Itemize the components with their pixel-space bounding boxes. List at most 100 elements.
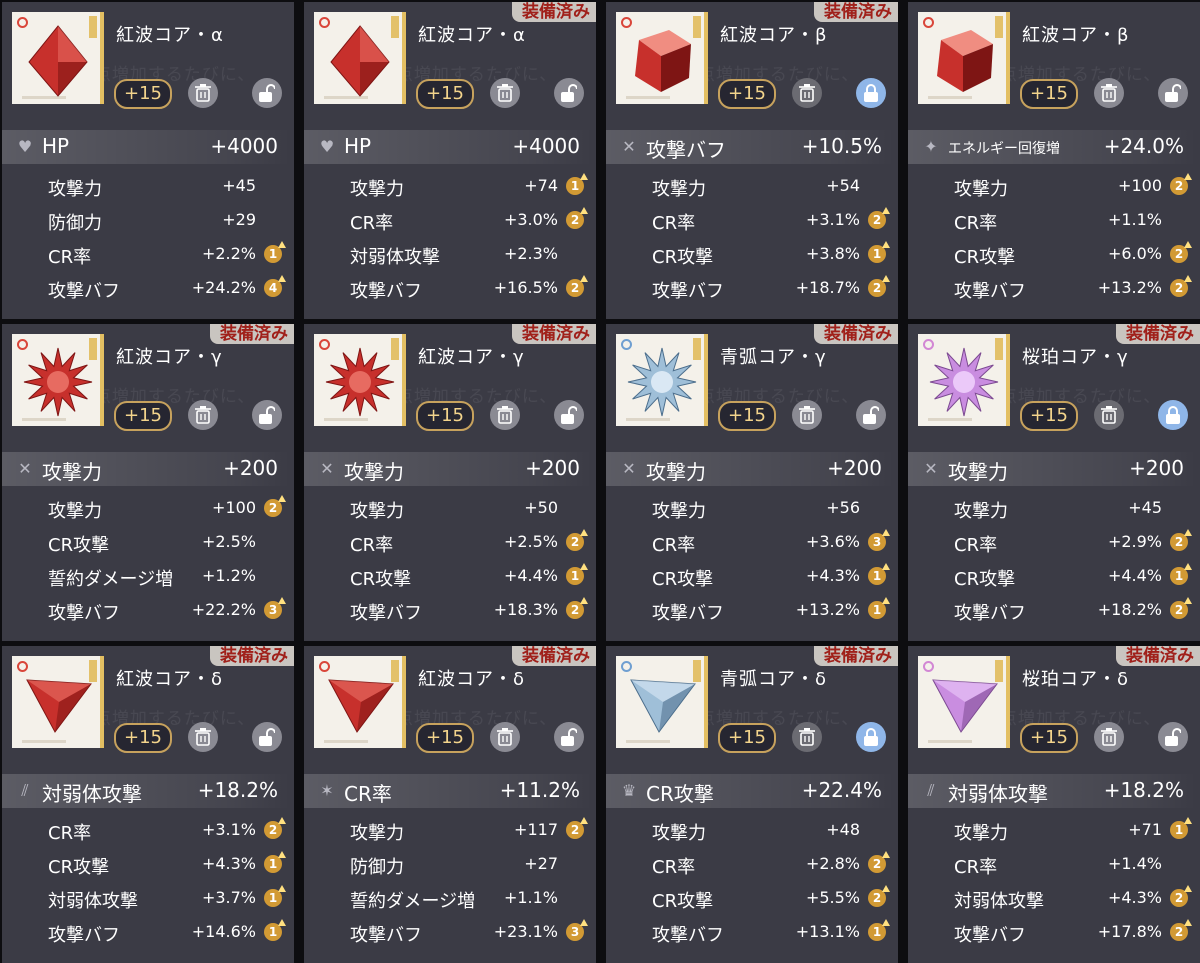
trash-icon[interactable] <box>792 78 822 108</box>
trash-icon[interactable] <box>188 78 218 108</box>
core-card[interactable]: 0点増加するたびに、 装備済み 青弧コア・δ +15 ♛ CR攻撃 +22.4% 攻撃力 +4… <box>606 646 898 963</box>
core-card[interactable]: 0点増加するたびに、 装備済み 紅波コア・γ +15 ✕ 攻撃力 +200 攻撃力 +50 CR… <box>304 324 596 641</box>
roll-count-badge: 1 <box>264 851 286 873</box>
roll-count-badge: 1 <box>868 597 890 619</box>
main-stat-name: CR攻撃 <box>646 782 714 806</box>
sub-stat-value: +3.7% <box>201 888 256 907</box>
roll-count-badge: 1 <box>1170 563 1192 585</box>
trash-icon[interactable] <box>1094 78 1124 108</box>
trash-icon[interactable] <box>188 722 218 752</box>
sub-stat-row: 誓約ダメージ増 +1.2% <box>42 562 288 592</box>
equipped-badge: 装備済み <box>512 646 596 666</box>
trash-icon[interactable] <box>490 78 520 108</box>
sub-stat-value: +50 <box>524 498 558 517</box>
equipped-badge: 装備済み <box>814 646 898 666</box>
core-card[interactable]: 0点増加するたびに、 装備済み 紅波コア・α +15 ♥ HP +4000 攻撃力 +74 1 C… <box>304 2 596 319</box>
roll-count-badge: 2 <box>868 851 890 873</box>
main-stat-value: +10.5% <box>801 134 882 158</box>
unlock-icon[interactable] <box>252 400 282 430</box>
sub-stat-name: CR率 <box>954 857 998 878</box>
enhance-level: +15 <box>1020 723 1078 753</box>
unlock-icon[interactable] <box>856 400 886 430</box>
sub-stat-name: CR率 <box>48 823 92 844</box>
core-thumbnail <box>918 12 1010 104</box>
sub-stat-name: 攻撃バフ <box>652 603 724 624</box>
sub-stat-name: CR率 <box>652 213 696 234</box>
main-stat-name: 対弱体攻撃 <box>42 782 142 806</box>
core-card[interactable]: 0点増加するたびに、 装備済み 桜珀コア・γ +15 ✕ 攻撃力 +200 攻撃力 +45 CR… <box>908 324 1200 641</box>
sub-stat-value: +48 <box>826 820 860 839</box>
sub-stat-name: CR攻撃 <box>48 535 110 556</box>
sub-stat-value: +2.2% <box>201 244 256 263</box>
main-stat-name: 攻撃力 <box>344 460 404 484</box>
core-card[interactable]: 0点増加するたびに、 装備済み 紅波コア・δ +15 ⫽ 対弱体攻撃 +18.2% CR率 +… <box>2 646 294 963</box>
sub-stat-name: 攻撃力 <box>652 823 706 844</box>
sub-stat-name: 対弱体攻撃 <box>48 891 138 912</box>
unlock-icon[interactable] <box>554 400 584 430</box>
sub-stat-value: +1.1% <box>503 888 558 907</box>
sub-stat-value: +18.2% <box>1097 600 1162 619</box>
core-card[interactable]: 0点増加するたびに、 装備済み 紅波コア・γ +15 ✕ 攻撃力 +200 攻撃力 +100 2… <box>2 324 294 641</box>
core-card[interactable]: 0点増加するたびに、 紅波コア・β +15 ✦ エネルギー回復増 +24.0% 攻撃力 +1… <box>908 2 1200 319</box>
sub-stat-name: 攻撃力 <box>652 501 706 522</box>
main-stat-value: +200 <box>223 456 278 480</box>
roll-count-badge: 2 <box>1170 173 1192 195</box>
unlock-icon[interactable] <box>554 722 584 752</box>
sub-stat-name: 攻撃バフ <box>350 603 422 624</box>
trash-icon[interactable] <box>188 400 218 430</box>
core-name: 紅波コア・δ <box>418 669 526 690</box>
sub-stat-value: +71 <box>1128 820 1162 839</box>
lock-icon[interactable] <box>856 722 886 752</box>
sub-stat-row: 攻撃力 +45 <box>42 172 288 202</box>
main-stat-value: +4000 <box>512 134 580 158</box>
trash-icon[interactable] <box>1094 400 1124 430</box>
trash-icon[interactable] <box>490 400 520 430</box>
lock-icon[interactable] <box>856 78 886 108</box>
trash-icon[interactable] <box>1094 722 1124 752</box>
main-stat-row: ✦ エネルギー回復増 +24.0% <box>908 130 1196 164</box>
sub-stat-name: 攻撃力 <box>954 501 1008 522</box>
trash-icon[interactable] <box>792 722 822 752</box>
unlock-icon[interactable] <box>1158 722 1188 752</box>
enhance-level: +15 <box>114 79 172 109</box>
sub-stat-name: CR率 <box>652 535 696 556</box>
core-name: 紅波コア・δ <box>116 669 224 690</box>
core-card[interactable]: 0点増加するたびに、 装備済み 紅波コア・δ +15 ✶ CR率 +11.2% 攻撃力 +11… <box>304 646 596 963</box>
core-card[interactable]: 0点増加するたびに、 紅波コア・α +15 ♥ HP +4000 攻撃力 +45 防御力 +29… <box>2 2 294 319</box>
lock-icon[interactable] <box>1158 400 1188 430</box>
trash-icon[interactable] <box>490 722 520 752</box>
roll-count-badge: 1 <box>566 563 588 585</box>
core-card[interactable]: 0点増加するたびに、 装備済み 青弧コア・γ +15 ✕ 攻撃力 +200 攻撃力 +56 CR… <box>606 324 898 641</box>
background-description: 0点増加するたびに、 <box>82 709 256 729</box>
main-stat-name: 攻撃力 <box>646 460 706 484</box>
sub-stat-row: CR率 +2.9% 2 <box>948 528 1194 558</box>
core-card[interactable]: 0点増加するたびに、 装備済み 桜珀コア・δ +15 ⫽ 対弱体攻撃 +18.2% 攻撃力 +… <box>908 646 1200 963</box>
sub-stat-value: +2.9% <box>1107 532 1162 551</box>
sub-stat-name: CR攻撃 <box>350 569 412 590</box>
core-card[interactable]: 0点増加するたびに、 装備済み 紅波コア・β +15 ✕ 攻撃バフ +10.5% 攻撃力 +5… <box>606 2 898 319</box>
main-stat-value: +200 <box>827 456 882 480</box>
unlock-icon[interactable] <box>252 78 282 108</box>
trash-icon[interactable] <box>792 400 822 430</box>
core-thumbnail <box>616 12 708 104</box>
roll-count-badge: 2 <box>566 597 588 619</box>
roll-count-badge: 2 <box>264 817 286 839</box>
sub-stat-name: 攻撃力 <box>48 501 102 522</box>
main-stat-row: ♥ HP +4000 <box>2 130 290 164</box>
roll-count-badge: 1 <box>264 919 286 941</box>
sub-stat-name: 防御力 <box>350 857 404 878</box>
sub-stat-name: 攻撃バフ <box>652 281 724 302</box>
sub-stat-value: +29 <box>222 210 256 229</box>
sub-stat-name: CR率 <box>350 535 394 556</box>
unlock-icon[interactable] <box>252 722 282 752</box>
sub-stat-name: CR攻撃 <box>652 247 714 268</box>
main-stat-row: ✶ CR率 +11.2% <box>304 774 592 808</box>
main-stat-row: ✕ 攻撃力 +200 <box>2 452 290 486</box>
unlock-icon[interactable] <box>1158 78 1188 108</box>
sub-stat-row: 攻撃力 +100 2 <box>42 494 288 524</box>
roll-count-badge: 1 <box>868 241 890 263</box>
unlock-icon[interactable] <box>554 78 584 108</box>
main-stat-value: +200 <box>1129 456 1184 480</box>
sub-stat-value: +4.3% <box>201 854 256 873</box>
sub-stat-name: 攻撃力 <box>652 179 706 200</box>
